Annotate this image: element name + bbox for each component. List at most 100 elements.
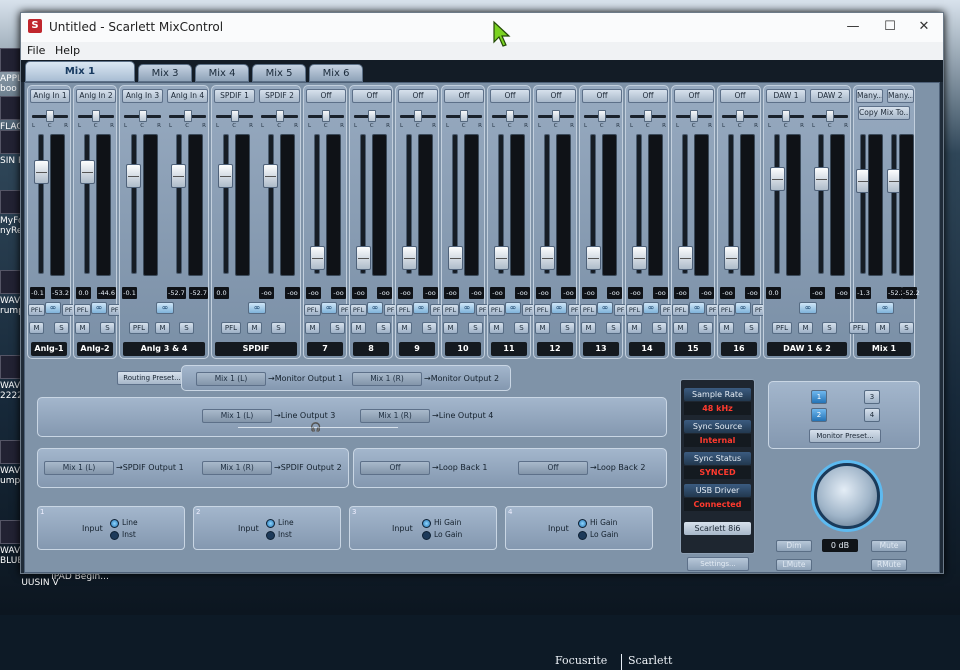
channel-source-select[interactable]: Off [398, 89, 438, 103]
mute-button[interactable]: M [489, 322, 504, 334]
fader-handle[interactable] [218, 163, 233, 188]
link-stereo-button[interactable]: ∞ [321, 302, 337, 314]
pfl-button[interactable]: PFL [129, 322, 149, 334]
pan-handle[interactable] [275, 110, 284, 122]
pan-slider[interactable] [32, 110, 68, 122]
pfl-button[interactable]: PFL [672, 304, 689, 316]
channel-source-select[interactable]: Off [628, 89, 668, 103]
line-left-source[interactable]: Mix 1 (L) [202, 409, 272, 423]
pan-slider[interactable] [78, 110, 114, 122]
link-stereo-button[interactable]: ∞ [459, 302, 475, 314]
channel-source-select[interactable]: Off [582, 89, 622, 103]
fader-handle[interactable] [585, 246, 601, 271]
link-stereo-button[interactable]: ∞ [505, 302, 521, 314]
pan-slider[interactable] [812, 110, 848, 122]
link-stereo-button[interactable]: ∞ [156, 302, 174, 314]
solo-button[interactable]: S [376, 322, 391, 334]
monitor-button-1[interactable]: 1 [811, 390, 827, 404]
fader-track[interactable] [860, 134, 867, 274]
pfl-button[interactable]: PFL [580, 304, 597, 316]
lmute-button[interactable]: LMute [776, 559, 812, 571]
channel-source-select[interactable]: SPDIF 2 [259, 89, 300, 103]
pan-handle[interactable] [138, 110, 147, 122]
pan-handle[interactable] [46, 110, 54, 122]
radio-option-1[interactable] [578, 519, 587, 528]
loopback-right-source[interactable]: Off [518, 461, 588, 475]
fader-handle[interactable] [631, 246, 647, 271]
solo-button[interactable]: S [422, 322, 437, 334]
pfl-button[interactable]: PFL [534, 304, 551, 316]
mute-button[interactable]: M [581, 322, 596, 334]
pan-slider[interactable] [354, 110, 390, 122]
channel-source-select[interactable]: Anlg In 3 [122, 89, 163, 103]
pfl-button[interactable]: PFL [74, 304, 91, 316]
link-stereo-button[interactable]: ∞ [367, 302, 383, 314]
fader-track[interactable] [818, 134, 825, 274]
tab-mix-1[interactable]: Mix 1 [25, 61, 135, 82]
pan-handle[interactable] [598, 110, 606, 122]
solo-button[interactable]: S [100, 322, 115, 334]
fader-track[interactable] [774, 134, 781, 274]
channel-source-select[interactable]: DAW 1 [766, 89, 806, 103]
link-stereo-button[interactable]: ∞ [876, 302, 894, 314]
channel-source-select[interactable]: Off [306, 89, 346, 103]
dim-button[interactable]: Dim [776, 540, 812, 552]
pan-slider[interactable] [630, 110, 666, 122]
pan-handle[interactable] [782, 110, 790, 122]
solo-button[interactable]: S [514, 322, 529, 334]
fader-handle[interactable] [539, 246, 555, 271]
pan-slider[interactable] [124, 110, 161, 122]
mute-button[interactable]: M [719, 322, 734, 334]
pfl-button[interactable]: PFL [442, 304, 459, 316]
fader-handle[interactable] [79, 159, 95, 184]
solo-button[interactable]: S [179, 322, 194, 334]
pan-handle[interactable] [322, 110, 330, 122]
pan-slider[interactable] [169, 110, 206, 122]
link-stereo-button[interactable]: ∞ [597, 302, 613, 314]
pan-slider[interactable] [261, 110, 298, 122]
fader-handle[interactable] [677, 246, 693, 271]
monitor-button-3[interactable]: 3 [864, 390, 880, 404]
pfl-button[interactable]: PFL [221, 322, 241, 334]
solo-button[interactable]: S [606, 322, 621, 334]
channel-source-select[interactable]: Anlg In 1 [30, 89, 70, 103]
pan-slider[interactable] [446, 110, 482, 122]
solo-button[interactable]: S [652, 322, 667, 334]
channel-source-select[interactable]: Off [536, 89, 576, 103]
fader-track[interactable] [267, 134, 274, 274]
menu-file[interactable]: File [27, 44, 45, 57]
tab-mix-6[interactable]: Mix 6 [309, 64, 363, 82]
solo-button[interactable]: S [698, 322, 713, 334]
link-stereo-button[interactable]: ∞ [91, 302, 107, 314]
radio-option-1[interactable] [110, 519, 119, 528]
pan-handle[interactable] [506, 110, 514, 122]
fader-handle[interactable] [171, 163, 186, 188]
pfl-button[interactable]: PFL [350, 304, 367, 316]
pfl-button[interactable]: PFL [304, 304, 321, 316]
monitor-button-2[interactable]: 2 [811, 408, 827, 422]
fader-handle[interactable] [126, 163, 141, 188]
channel-source-select[interactable]: Anlg In 4 [167, 89, 208, 103]
fader-track[interactable] [84, 134, 91, 274]
mute-button[interactable]: M [29, 322, 44, 334]
mute-button[interactable]: M [247, 322, 262, 334]
channel-source-select[interactable]: Off [490, 89, 530, 103]
solo-button[interactable]: S [271, 322, 286, 334]
close-button[interactable]: ✕ [910, 17, 938, 37]
channel-source-select[interactable]: Anlg In 2 [76, 89, 116, 103]
mute-button[interactable]: M [155, 322, 170, 334]
sync-source-value[interactable]: Internal [684, 434, 751, 447]
pfl-button[interactable]: PFL [396, 304, 413, 316]
pan-slider[interactable] [308, 110, 344, 122]
link-stereo-button[interactable]: ∞ [799, 302, 817, 314]
rmute-button[interactable]: RMute [871, 559, 907, 571]
link-stereo-button[interactable]: ∞ [551, 302, 567, 314]
pfl-button[interactable]: PFL [488, 304, 505, 316]
solo-button[interactable]: S [330, 322, 345, 334]
sample-rate-value[interactable]: 48 kHz [684, 402, 751, 415]
tab-mix-4[interactable]: Mix 4 [195, 64, 249, 82]
channel-source-select[interactable]: DAW 2 [810, 89, 850, 103]
mute-button[interactable]: M [875, 322, 890, 334]
monitor-level-knob[interactable] [814, 463, 880, 529]
solo-button[interactable]: S [560, 322, 575, 334]
